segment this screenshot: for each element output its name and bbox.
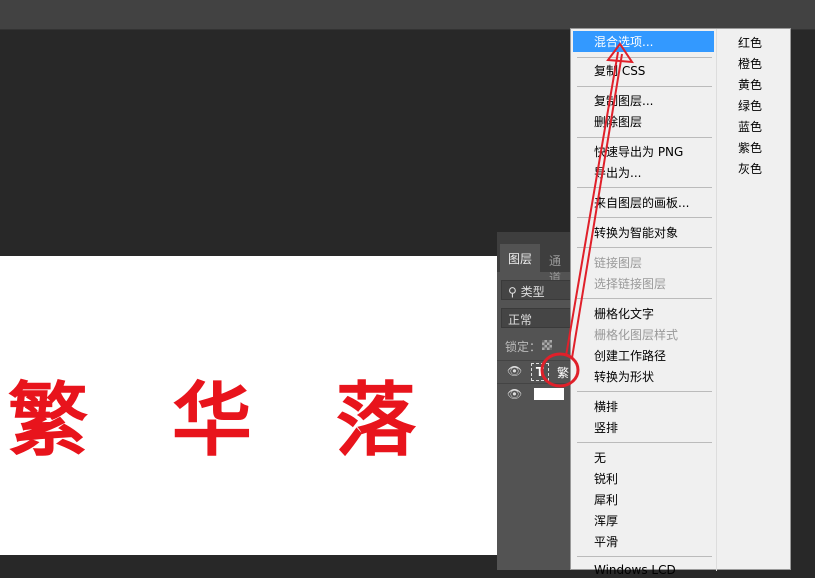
separator [577,391,712,392]
separator [577,298,712,299]
color-item-violet[interactable]: 紫色 [738,139,762,156]
separator [577,137,712,138]
separator [577,187,712,188]
menu-item-duplicate-layer[interactable]: 复制图层... [594,93,653,109]
menu-item-rasterize-type[interactable]: 栅格化文字 [594,306,654,322]
menu-item-select-linked: 选择链接图层 [594,277,667,291]
menu-item-horizontal[interactable]: 横排 [594,399,618,415]
menu-item-aa-sharp[interactable]: 锐利 [594,471,618,487]
color-item-red[interactable]: 红色 [738,34,762,51]
menu-item-convert-to-shape[interactable]: 转换为形状 [594,369,654,385]
separator [577,57,712,58]
layer-thumbnail [534,388,564,400]
menu-item-quick-export[interactable]: 快速导出为 PNG [594,144,683,160]
menu-item-aa-smooth[interactable]: 平滑 [594,534,618,550]
menu-item-create-work-path[interactable]: 创建工作路径 [594,348,666,364]
menu-item-rasterize-style: 栅格化图层样式 [594,328,679,342]
eye-icon[interactable]: 👁 [507,364,522,378]
separator [577,556,712,557]
menu-item-export-as[interactable]: 导出为... [594,165,641,181]
menu-item-link-layers: 链接图层 [594,256,643,270]
separator [577,442,712,443]
blend-mode-select[interactable]: 正常 [501,308,571,328]
menu-item-artboard-from-layers[interactable]: 来自图层的画板... [594,195,689,211]
menu-item-vertical[interactable]: 竖排 [594,420,618,436]
text-layer-icon: T [531,363,549,381]
color-item-gray[interactable]: 灰色 [738,160,762,177]
layer-row[interactable]: 👁 T 繁 [497,360,572,382]
panel-tabs: 图层 通道 [497,232,572,285]
context-menu: 混合选项... 复制 CSS 复制图层... 删除图层 快速导出为 PNG 导出… [570,28,791,577]
separator [577,217,712,218]
menu-column-divider [716,29,717,571]
title-bar [0,0,815,30]
color-item-green[interactable]: 绿色 [738,97,762,114]
layer-name: 繁 [557,366,570,380]
menu-item-aa-strong[interactable]: 浑厚 [594,513,618,529]
filter-label: 类型 [520,285,545,299]
menu-item-copy-css[interactable]: 复制 CSS [594,63,645,79]
color-item-blue[interactable]: 蓝色 [738,118,762,135]
layer-row[interactable]: 👁 [497,383,572,405]
document-canvas[interactable]: 繁 华 落 日 [0,256,580,555]
separator [577,86,712,87]
color-item-yellow[interactable]: 黄色 [738,76,762,93]
menu-item-blending-options[interactable]: 混合选项... [594,34,653,50]
layers-panel: 图层 通道 ⚲ 类型 正常 锁定： 👁 T 繁 👁 [497,232,572,570]
menu-item-delete-layer[interactable]: 删除图层 [594,114,642,130]
menu-item-windows-lcd[interactable]: Windows LCD [594,562,676,578]
menu-item-convert-smart-object[interactable]: 转换为智能对象 [594,225,678,241]
layer-filter[interactable]: ⚲ 类型 [501,280,571,300]
color-item-orange[interactable]: 橙色 [738,55,762,72]
menu-item-aa-crisp[interactable]: 犀利 [594,492,618,508]
search-icon: ⚲ [508,285,521,299]
menu-item-aa-none[interactable]: 无 [594,450,606,466]
tab-layers[interactable]: 图层 [500,244,541,272]
separator [577,247,712,248]
lock-label: 锁定： [505,340,542,354]
eye-icon[interactable]: 👁 [507,387,522,401]
tab-channels[interactable]: 通道 [541,244,572,285]
lock-transparency-icon[interactable] [542,340,552,350]
